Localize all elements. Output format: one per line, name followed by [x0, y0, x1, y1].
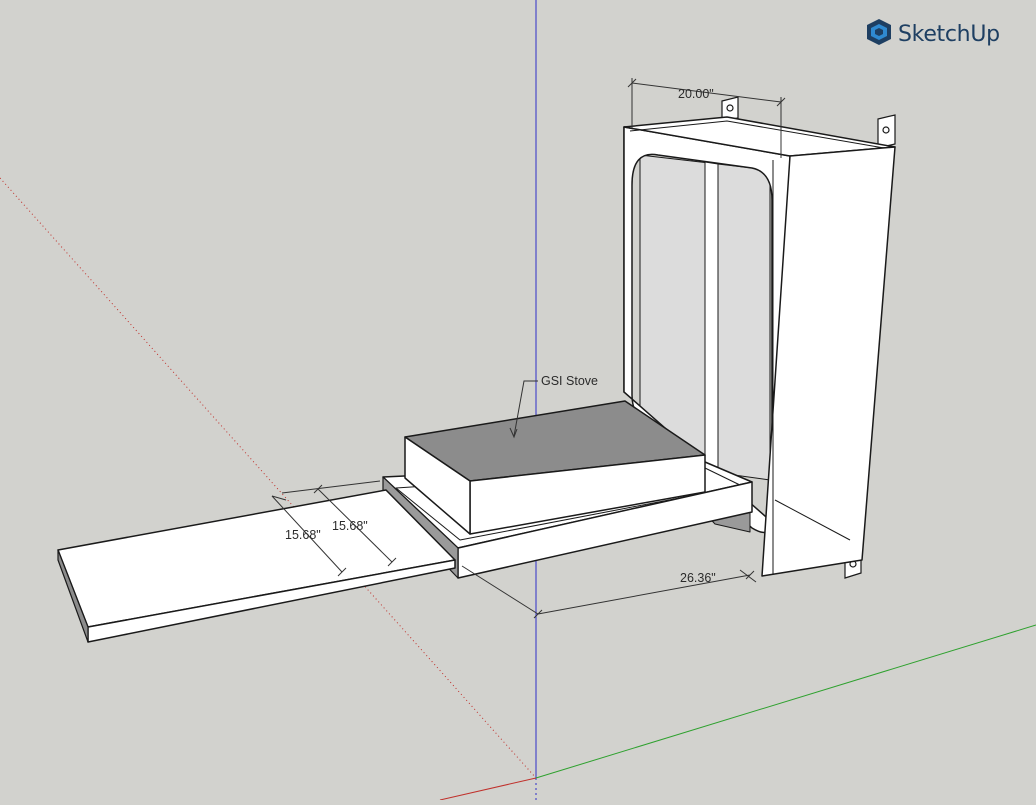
dimension-label-depth: 26.36": [680, 571, 716, 585]
green-axis: [535, 624, 1036, 779]
model-viewport[interactable]: 20.00" 15.68" 15.68" 26.36" GSI Stove Sk: [0, 0, 1036, 801]
sketchup-wordmark: SketchUp: [898, 21, 1000, 47]
sketchup-logo-icon: [866, 18, 892, 51]
extension-board: [57, 489, 456, 643]
dimension-label-shelf-a: 15.68": [285, 528, 321, 542]
dimension-label-box-width: 20.00": [678, 87, 714, 101]
model-canvas[interactable]: 20.00" 15.68" 15.68" 26.36" GSI Stove: [0, 0, 1036, 801]
red-axis: [439, 777, 537, 801]
label-gsi-stove: GSI Stove: [541, 374, 598, 388]
mount-bracket-right: [877, 114, 896, 149]
dimension-label-shelf-b: 15.68": [332, 519, 368, 533]
cabinet-rail: [704, 161, 719, 471]
sketchup-brand: SketchUp: [866, 18, 1000, 50]
